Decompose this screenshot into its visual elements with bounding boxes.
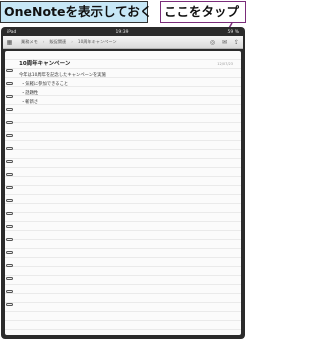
ipad-screen: iPad 19:39 59 % ▦ 業務メモ › 販促関連 › 10周年キャンペ… <box>1 27 245 339</box>
note-bullet[interactable]: ・話題性 <box>19 89 233 98</box>
breadcrumb: 業務メモ › 販促関連 › 10周年キャンペーン <box>17 39 205 45</box>
spiral-binding <box>6 69 16 316</box>
mail-icon[interactable]: ✉ <box>221 39 228 46</box>
note-date: 12/07/23 <box>217 62 233 66</box>
tap-here-callout: ここをタップ <box>160 1 246 23</box>
toolbar-actions: ◎ ✉ ⇪ <box>209 39 240 46</box>
note-title[interactable]: 10周年キャンペーン <box>19 59 70 67</box>
breadcrumb-page[interactable]: 10周年キャンペーン <box>78 39 117 45</box>
note-page[interactable]: 10周年キャンペーン 12/07/23 今年は10周年を記念したキャンペーンを実… <box>5 51 241 335</box>
breadcrumb-separator: › <box>71 39 73 44</box>
note-content[interactable]: 10周年キャンペーン 12/07/23 今年は10周年を記念したキャンペーンを実… <box>19 59 233 107</box>
instruction-callout: OneNoteを表示しておく <box>0 1 152 23</box>
notebooks-icon[interactable]: ▦ <box>6 39 13 46</box>
camera-icon[interactable]: ◎ <box>209 39 216 46</box>
breadcrumb-separator: › <box>42 39 45 44</box>
clock: 19:39 <box>115 30 129 35</box>
carrier-label: iPad <box>7 30 17 35</box>
note-line[interactable]: 今年は10周年を記念したキャンペーンを実施 <box>19 71 233 80</box>
status-bar: iPad 19:39 59 % <box>3 29 243 36</box>
note-bullet[interactable]: ・斬新さ <box>19 98 233 107</box>
battery-label: 59 % <box>227 30 239 35</box>
breadcrumb-section[interactable]: 販促関連 <box>49 39 66 45</box>
note-bullet[interactable]: ・気軽に参加できること <box>19 80 233 89</box>
share-icon[interactable]: ⇪ <box>233 39 240 46</box>
toolbar: ▦ 業務メモ › 販促関連 › 10周年キャンペーン ◎ ✉ ⇪ <box>3 36 243 49</box>
breadcrumb-notebook[interactable]: 業務メモ <box>21 39 38 45</box>
